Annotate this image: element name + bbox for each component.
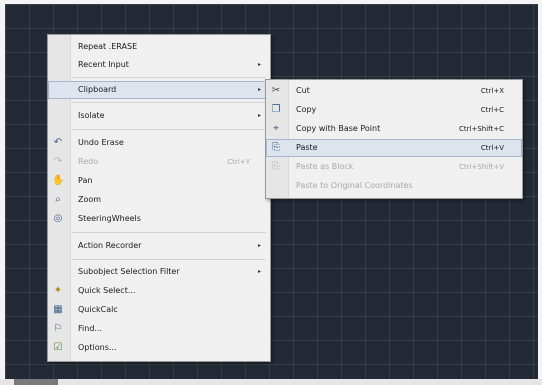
zoom-icon: ⌕ xyxy=(55,194,61,205)
menu-item-quickcalc[interactable]: ▦ QuickCalc xyxy=(48,301,270,319)
clipboard-submenu: ✂ Cut Ctrl+X ❐ Copy Ctrl+C ⌖ Copy with B… xyxy=(265,79,523,199)
status-strip xyxy=(0,379,542,385)
find-icon: ⚐ xyxy=(53,323,63,334)
steering-wheel-icon: ◎ xyxy=(53,213,63,224)
menu-item-label: Paste as Block xyxy=(296,162,354,171)
copy-base-point-icon: ⌖ xyxy=(273,123,279,134)
menu-separator xyxy=(72,129,266,130)
menu-item-label: Quick Select... xyxy=(78,286,136,295)
menu-item-label: Zoom xyxy=(78,195,102,204)
menu-item-shortcut: Ctrl+Y xyxy=(227,158,250,166)
menu-item-repeat-erase[interactable]: Repeat .ERASE xyxy=(48,38,270,56)
menu-item-label: Isolate xyxy=(78,111,105,120)
menu-item-subobject-filter[interactable]: Subobject Selection Filter ▸ xyxy=(48,263,270,281)
menu-item-quick-select[interactable]: ✦ Quick Select... xyxy=(48,282,270,300)
menu-item-options[interactable]: ☑ Options... xyxy=(48,339,270,357)
menu-item-label: Clipboard xyxy=(78,85,117,94)
menu-separator xyxy=(72,102,266,103)
menu-item-label: Copy xyxy=(296,105,317,114)
menu-item-label: Find... xyxy=(78,324,103,333)
menu-item-action-recorder[interactable]: Action Recorder ▸ xyxy=(48,237,270,255)
options-icon: ☑ xyxy=(53,342,63,353)
copy-icon: ❐ xyxy=(271,104,281,115)
menu-item-copy[interactable]: ❐ Copy Ctrl+C xyxy=(266,101,522,119)
submenu-arrow-icon: ▸ xyxy=(257,242,261,249)
quick-select-icon: ✦ xyxy=(53,285,63,296)
menu-item-label: Paste xyxy=(296,143,318,152)
undo-icon: ↶ xyxy=(53,137,63,148)
menu-item-label: Undo Erase xyxy=(78,138,124,147)
context-menu: Repeat .ERASE Recent Input ▸ Clipboard ▸… xyxy=(47,34,271,362)
menu-item-copy-base-point[interactable]: ⌖ Copy with Base Point Ctrl+Shift+C xyxy=(266,120,522,138)
menu-item-label: Paste to Original Coordinates xyxy=(296,181,413,190)
cut-icon: ✂ xyxy=(271,85,281,96)
menu-item-paste-original-coords[interactable]: Paste to Original Coordinates xyxy=(266,177,522,195)
menu-item-label: Recent Input xyxy=(78,60,129,69)
menu-item-clipboard[interactable]: Clipboard ▸ xyxy=(48,81,270,99)
menu-item-shortcut: Ctrl+V xyxy=(480,144,504,152)
menu-item-label: Repeat .ERASE xyxy=(78,42,138,51)
layout-tab[interactable] xyxy=(14,379,58,385)
menu-item-label: Cut xyxy=(296,86,310,95)
menu-item-shortcut: Ctrl+Shift+V xyxy=(459,163,504,171)
menu-item-steeringwheels[interactable]: ◎ SteeringWheels xyxy=(48,210,270,228)
menu-item-shortcut: Ctrl+X xyxy=(480,87,504,95)
menu-item-redo[interactable]: ↷ Redo Ctrl+Y xyxy=(48,153,270,171)
submenu-arrow-icon: ▸ xyxy=(257,112,261,119)
menu-item-find[interactable]: ⚐ Find... xyxy=(48,320,270,338)
menu-item-label: Redo xyxy=(78,157,99,166)
submenu-arrow-icon: ▸ xyxy=(257,86,261,93)
menu-item-paste[interactable]: ⎘ Paste Ctrl+V xyxy=(266,139,522,157)
submenu-arrow-icon: ▸ xyxy=(257,268,261,275)
submenu-arrow-icon: ▸ xyxy=(257,61,261,68)
menu-item-shortcut: Ctrl+Shift+C xyxy=(459,125,504,133)
menu-item-shortcut: Ctrl+C xyxy=(480,106,504,114)
paste-icon: ⎘ xyxy=(272,142,280,153)
menu-item-label: Copy with Base Point xyxy=(296,124,381,133)
menu-item-label: Pan xyxy=(78,176,93,185)
menu-item-undo-erase[interactable]: ↶ Undo Erase xyxy=(48,134,270,152)
menu-item-label: Options... xyxy=(78,343,117,352)
menu-item-zoom[interactable]: ⌕ Zoom xyxy=(48,191,270,209)
menu-separator xyxy=(72,232,266,233)
menu-item-pan[interactable]: ✋ Pan xyxy=(48,172,270,190)
redo-icon: ↷ xyxy=(53,156,63,167)
menu-separator xyxy=(72,259,266,260)
menu-item-label: QuickCalc xyxy=(78,305,118,314)
pan-icon: ✋ xyxy=(52,175,65,186)
menu-item-cut[interactable]: ✂ Cut Ctrl+X xyxy=(266,82,522,100)
menu-item-label: Action Recorder xyxy=(78,241,142,250)
menu-item-recent-input[interactable]: Recent Input ▸ xyxy=(48,56,270,74)
menu-separator xyxy=(72,77,266,78)
paste-block-icon: ⎘ xyxy=(272,161,280,172)
menu-item-isolate[interactable]: Isolate ▸ xyxy=(48,107,270,125)
menu-item-label: SteeringWheels xyxy=(78,214,141,223)
menu-item-label: Subobject Selection Filter xyxy=(78,267,180,276)
menu-item-paste-as-block[interactable]: ⎘ Paste as Block Ctrl+Shift+V xyxy=(266,158,522,176)
calculator-icon: ▦ xyxy=(53,304,63,315)
